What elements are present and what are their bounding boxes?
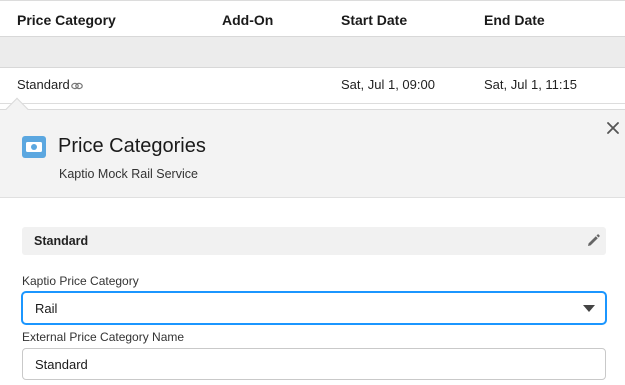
edit-pencil-icon[interactable] [585, 233, 601, 249]
cell-end-date: Sat, Jul 1, 11:15 [484, 77, 577, 92]
header-add-on[interactable]: Add-On [222, 12, 273, 28]
panel-header: Price Categories Kaptio Mock Rail Servic… [0, 97, 625, 198]
cell-price-category-text: Standard [17, 77, 70, 92]
kaptio-price-category-value: Rail [35, 301, 58, 316]
panel-title: Price Categories [58, 135, 206, 157]
external-price-category-input[interactable] [22, 348, 606, 380]
cell-start-date: Sat, Jul 1, 09:00 [341, 77, 435, 92]
kaptio-price-category-select[interactable]: Rail [22, 292, 606, 324]
header-start-date[interactable]: Start Date [341, 12, 407, 28]
kaptio-price-category-label: Kaptio Price Category [22, 274, 139, 288]
table-row[interactable]: Standard Sat, Jul 1, 09:00 Sat, Jul 1, 1… [0, 68, 625, 104]
chevron-down-icon [583, 305, 595, 312]
section-label: Standard [34, 234, 89, 248]
close-icon[interactable] [604, 119, 622, 137]
link-icon[interactable] [70, 82, 83, 90]
panel-subtitle: Kaptio Mock Rail Service [59, 167, 198, 181]
header-price-category[interactable]: Price Category [17, 12, 116, 28]
price-categories-panel: Price Categories Kaptio Mock Rail Servic… [0, 97, 625, 385]
cell-price-category[interactable]: Standard [17, 77, 83, 92]
section-header: Standard [22, 227, 606, 255]
external-price-category-label: External Price Category Name [22, 330, 185, 344]
table-header: Price Category Add-On Start Date End Dat… [0, 0, 625, 36]
group-row [0, 36, 625, 68]
header-end-date[interactable]: End Date [484, 12, 545, 28]
money-icon [22, 136, 46, 158]
